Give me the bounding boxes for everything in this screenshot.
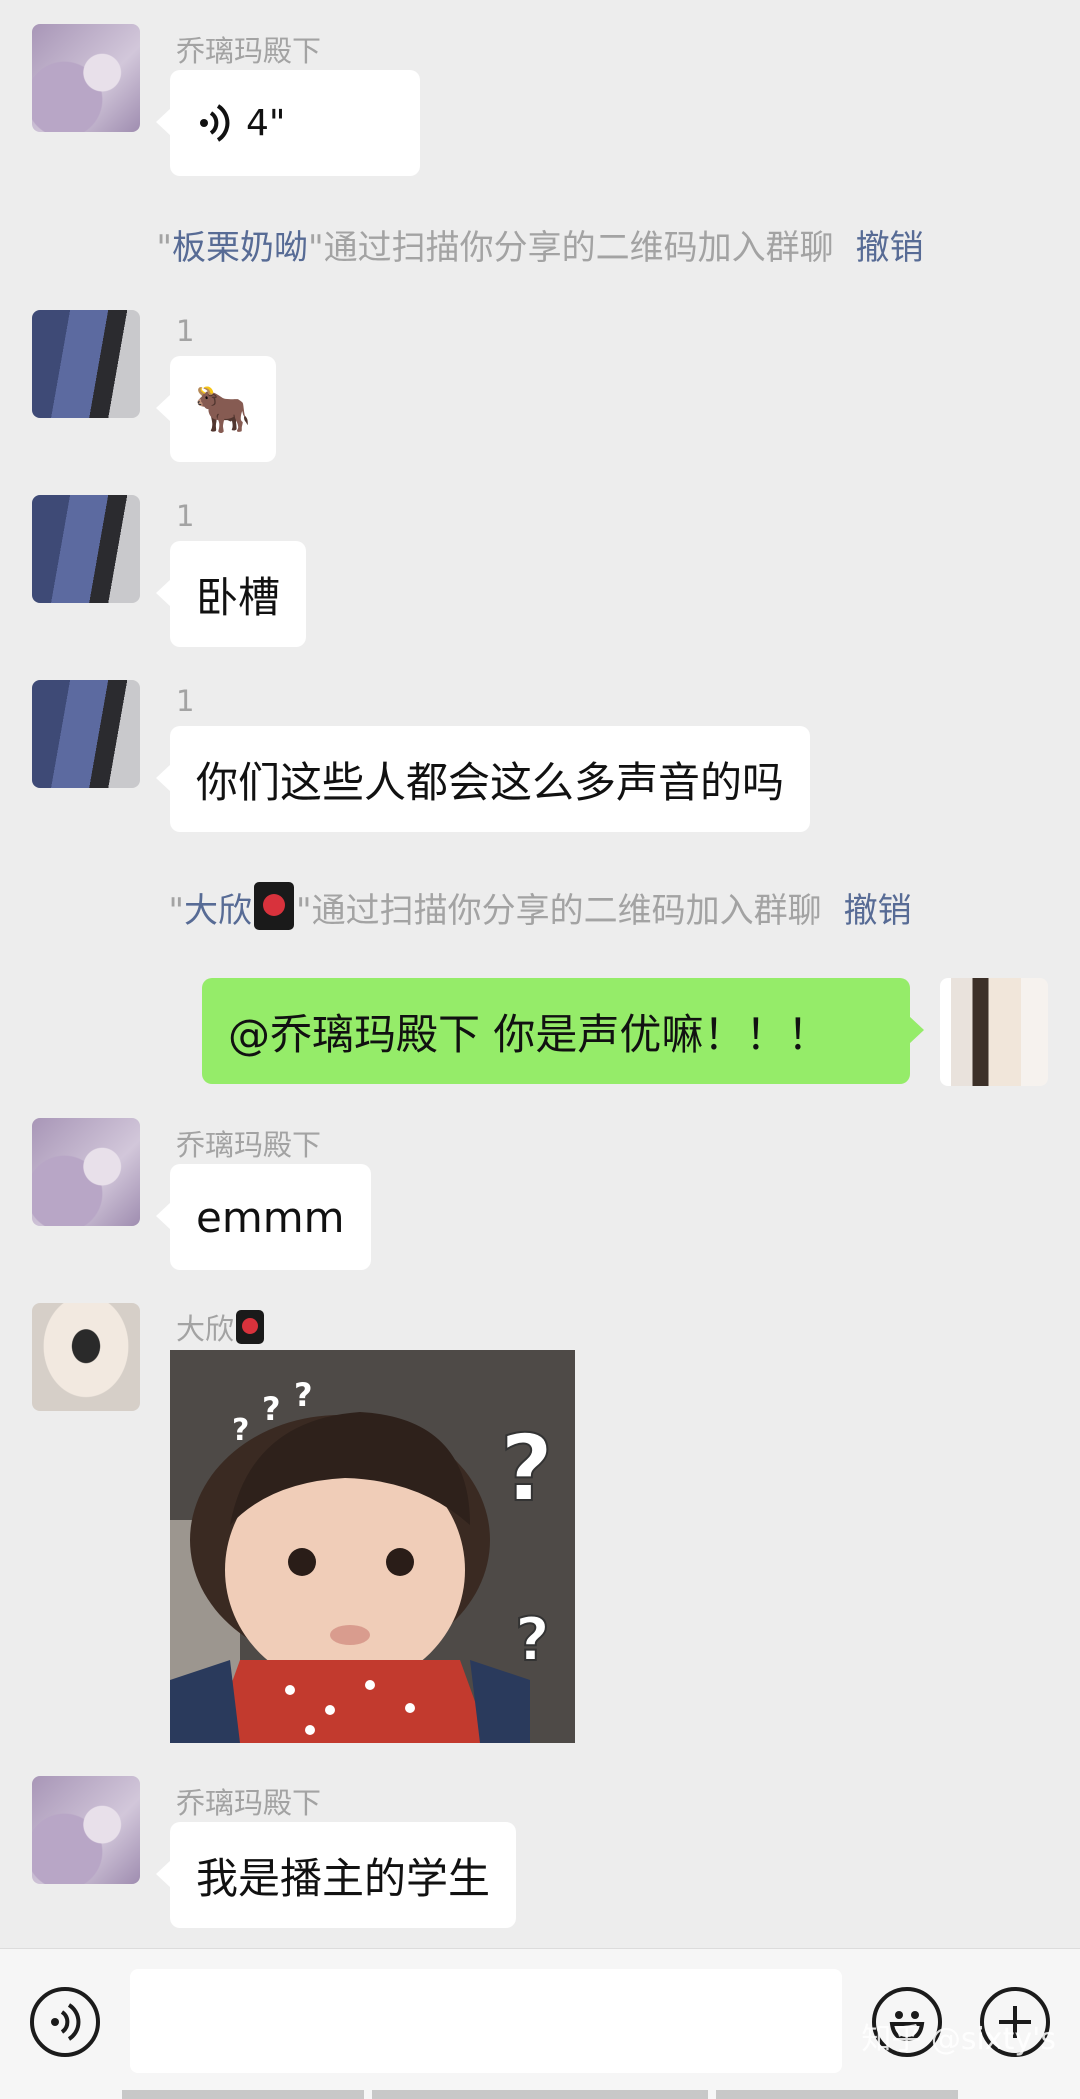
sender-name: 1 [176,314,195,348]
ox-emoji: 🐂 [194,381,252,436]
message-bubble[interactable]: 我是播主的学生 [155,1822,517,1928]
question-mark: ? [294,1376,313,1414]
my-message-bubble[interactable]: @乔璃玛殿下 你是声优嘛！！！ [202,978,924,1084]
sticker-image[interactable]: ? ? ? ? ? [170,1350,575,1743]
message-bubble[interactable]: 你们这些人都会这么多声音的吗 [155,726,811,832]
my-avatar[interactable] [940,978,1048,1086]
message-text: 卧槽 [196,572,281,622]
voice-message-bubble[interactable]: 4" [156,70,420,176]
message-text: @乔璃玛殿下 你是声优嘛！！！ [228,1009,830,1059]
question-mark: ? [262,1390,281,1428]
voice-duration: 4" [246,102,286,144]
joined-user-name[interactable]: 大欣 [184,891,252,931]
question-mark: ? [515,1605,550,1675]
watermark: 知乎 @sixty's [861,2022,1056,2057]
sender-name: 1 [176,684,195,718]
avatar[interactable] [32,680,140,788]
notice-text: "通过扫描你分享的二维码加入群聊 [308,228,834,268]
sender-name: 乔璃玛殿下 [176,1128,322,1162]
system-notice: "板栗奶呦"通过扫描你分享的二维码加入群聊 撤销 [0,220,1080,269]
sender-name: 乔璃玛殿下 [176,34,322,68]
message-bubble[interactable]: 🐂 [156,356,276,462]
message-text: 你们这些人都会这么多声音的吗 [196,757,785,807]
voice-button[interactable] [30,1987,100,2057]
voice-icon [51,2003,81,2041]
quote-mark: " [156,228,172,268]
message-text: emmm [196,1192,345,1242]
avatar[interactable] [32,495,140,603]
flag-emoji-icon [236,1310,265,1344]
message-bubble[interactable]: emmm [156,1164,371,1270]
message-bubble[interactable]: 卧槽 [155,541,307,647]
notice-text: "通过扫描你分享的二维码加入群聊 [296,891,822,931]
flag-emoji-icon [254,882,294,930]
avatar[interactable] [32,1303,140,1411]
avatar[interactable] [32,1118,140,1226]
message-text: 我是播主的学生 [196,1853,491,1903]
message-input[interactable] [130,1969,842,2073]
question-mark: ? [232,1413,249,1448]
sender-name: 大欣 [176,1306,266,1348]
avatar[interactable] [32,310,140,418]
undo-link[interactable]: 撤销 [844,891,912,931]
system-notice: "大欣 "通过扫描你分享的二维码加入群聊 撤销 [0,882,1080,932]
avatar[interactable] [32,24,140,132]
speaker-icon [200,104,230,142]
undo-link[interactable]: 撤销 [856,228,924,268]
joined-user-name[interactable]: 板栗奶呦 [172,228,308,268]
sender-name: 乔璃玛殿下 [176,1786,322,1820]
avatar[interactable] [32,1776,140,1884]
sender-name-text: 大欣 [176,1312,235,1346]
quote-mark: " [168,891,184,931]
question-mark: ? [500,1415,553,1522]
toddler-sticker-illustration: ? ? ? ? ? [170,1350,575,1743]
sender-name: 1 [176,499,195,533]
